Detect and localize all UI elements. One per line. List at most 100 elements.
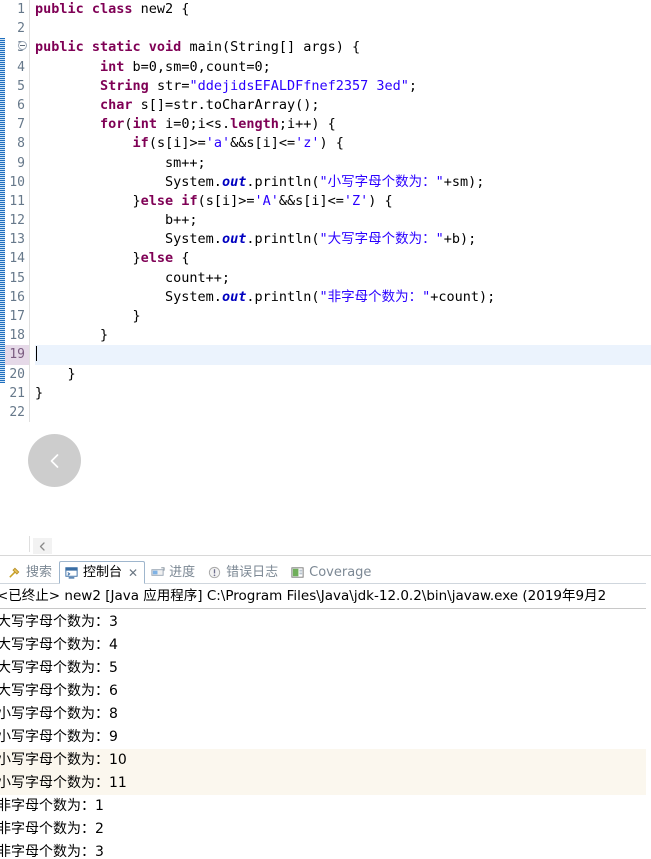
view-tab-label: 进度 xyxy=(169,564,196,580)
code-line[interactable]: } xyxy=(35,307,651,326)
console-output-line: 非字母个数为：1 xyxy=(0,798,104,814)
console-output-line: 非字母个数为：3 xyxy=(0,844,104,857)
code-token: } xyxy=(35,192,141,209)
code-token: ) { xyxy=(368,192,393,209)
back-navigation-button[interactable] xyxy=(28,434,81,487)
code-token: out xyxy=(221,288,247,305)
code-line[interactable] xyxy=(35,403,651,422)
console-output-line: 大写字母个数为：3 xyxy=(0,614,118,630)
code-token: +b); xyxy=(443,231,477,248)
code-line[interactable]: } xyxy=(35,326,651,345)
code-token: 'A' xyxy=(254,192,279,209)
view-tab-label: 搜索 xyxy=(26,564,53,580)
code-token: if xyxy=(132,135,149,152)
view-tab-label: 控制台 xyxy=(83,565,123,580)
code-token: length xyxy=(230,116,279,133)
process-status-line: <已终止> new2 [Java 应用程序] C:\Program Files\… xyxy=(0,584,651,609)
code-token: 'a' xyxy=(205,135,231,152)
code-token: System. xyxy=(35,173,222,190)
code-token: } xyxy=(35,308,141,324)
code-token: out xyxy=(221,173,247,190)
source-code-text[interactable]: public class new2 { public static void ma… xyxy=(29,0,651,422)
code-line[interactable]: } xyxy=(35,365,651,384)
code-line[interactable]: } xyxy=(35,384,651,403)
code-token: .println( xyxy=(246,288,320,305)
code-token: public class xyxy=(35,1,141,17)
code-token: } xyxy=(35,250,141,267)
code-token: int xyxy=(132,116,157,133)
code-token: (s[i]>= xyxy=(197,192,255,209)
code-line[interactable]: if(s[i]>='a'&&s[i]<='z') { xyxy=(35,134,651,153)
code-line[interactable]: String str="ddejidsEFALDFfnef2357 3ed"; xyxy=(35,77,651,96)
code-token: str= xyxy=(148,77,190,94)
code-token: } xyxy=(35,365,76,382)
code-token: "ddejidsEFALDFfnef2357 3ed" xyxy=(189,77,409,94)
view-tab-bar[interactable]: 搜索 控制台 ✕ 进度 错误日志 Coverage xyxy=(0,556,651,584)
code-token: } xyxy=(35,384,44,401)
code-line[interactable]: sm++; xyxy=(35,154,651,173)
code-token: .println( xyxy=(246,231,320,248)
code-token: "非字母个数为：" xyxy=(319,288,431,305)
chevron-left-icon xyxy=(50,453,58,468)
code-token: int xyxy=(100,58,125,75)
console-output-area[interactable]: 大写字母个数为：3 大写字母个数为：4 大写字母个数为：5 大写字母个数为：6 小写字母… xyxy=(0,609,651,857)
console-output-line: 非字母个数为：2 xyxy=(0,821,104,837)
chevron-left-small-icon xyxy=(39,541,45,551)
view-tab-错误日志[interactable]: 错误日志 xyxy=(202,560,285,583)
code-line[interactable]: }else { xyxy=(35,249,651,268)
code-line[interactable]: System.out.println("小写字母个数为："+sm); xyxy=(35,173,651,192)
console-right-edge xyxy=(646,556,651,859)
view-tab-控制台[interactable]: 控制台 ✕ xyxy=(59,561,146,584)
code-line[interactable]: System.out.println("大写字母个数为："+b); xyxy=(35,230,651,249)
code-editor-pane[interactable]: 12345678910111213141516171819202122 publ… xyxy=(0,0,651,537)
console-output-line: 小写字母个数为：10 xyxy=(0,749,651,772)
console-icon xyxy=(65,567,78,579)
code-token: else xyxy=(140,250,174,267)
line-number-gutter[interactable]: 12345678910111213141516171819202122 xyxy=(0,0,29,423)
view-tab-Coverage[interactable]: Coverage xyxy=(285,560,378,583)
error-log-icon xyxy=(208,566,221,578)
code-token: s[]=str.toCharArray(); xyxy=(132,96,320,113)
code-token: ; xyxy=(408,77,418,94)
code-token: (s[i]>= xyxy=(148,135,206,152)
code-line[interactable]: }else if(s[i]>='A'&&s[i]<='Z') { xyxy=(35,192,651,211)
line-number: 1 xyxy=(17,2,25,17)
progress-icon xyxy=(151,566,165,576)
code-line[interactable]: char s[]=str.toCharArray(); xyxy=(35,96,651,115)
view-tab-搜索[interactable]: 搜索 xyxy=(2,560,59,583)
coverage-icon xyxy=(291,566,304,578)
code-line[interactable]: for(int i=0;i<s.length;i++) { xyxy=(35,115,651,134)
view-tab-进度[interactable]: 进度 xyxy=(145,560,202,583)
code-fold-collapse-icon[interactable] xyxy=(18,41,27,50)
close-tab-icon[interactable]: ✕ xyxy=(128,566,138,580)
code-line[interactable] xyxy=(35,19,651,38)
console-output-line: 大写字母个数为：4 xyxy=(0,637,118,653)
console-output-line: 大写字母个数为：5 xyxy=(0,660,118,676)
code-token: count++; xyxy=(35,269,231,286)
code-token: new2 { xyxy=(140,1,190,17)
code-token: String xyxy=(100,77,149,94)
code-line[interactable]: public class new2 { xyxy=(35,0,651,19)
code-line[interactable]: public static void main(String[] args) { xyxy=(35,38,651,57)
code-token: b=0,sm=0,count=0; xyxy=(124,58,271,75)
code-token: &&s[i]<= xyxy=(230,135,296,152)
collapse-panel-button[interactable] xyxy=(33,538,52,554)
code-token: out xyxy=(221,231,247,248)
process-status-text: <已终止> new2 [Java 应用程序] C:\Program Files\… xyxy=(0,588,607,604)
code-token: 'Z' xyxy=(343,192,369,209)
code-line[interactable] xyxy=(29,345,651,365)
editor-console-splitter[interactable] xyxy=(0,536,651,556)
code-token: for xyxy=(100,116,125,133)
console-panel[interactable]: 搜索 控制台 ✕ 进度 错误日志 Coverage <已终止> new2 [Java 应用… xyxy=(0,556,651,859)
code-line[interactable]: int b=0,sm=0,count=0; xyxy=(35,58,651,77)
text-caret xyxy=(36,346,37,362)
code-area[interactable]: 12345678910111213141516171819202122 publ… xyxy=(0,0,651,423)
code-line[interactable]: count++; xyxy=(35,269,651,288)
code-token: b++; xyxy=(35,212,198,229)
code-line[interactable]: System.out.println("非字母个数为："+count); xyxy=(35,288,651,307)
splitter-vertical-rule xyxy=(29,536,30,552)
code-line[interactable]: b++; xyxy=(35,211,651,230)
search-icon xyxy=(9,567,20,578)
